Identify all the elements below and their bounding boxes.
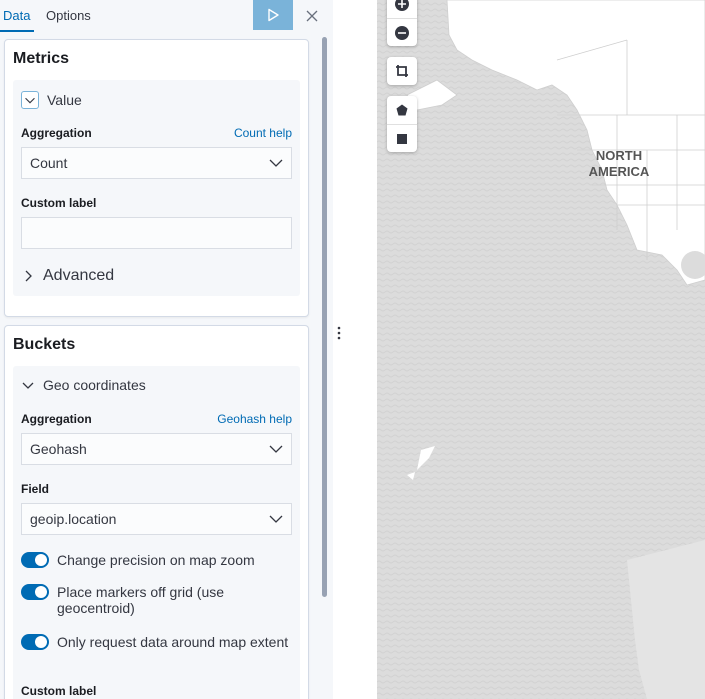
field-value: geoip.location: [30, 511, 117, 527]
zoom-out-button[interactable]: [387, 18, 417, 46]
fit-bounds-icon: [396, 65, 408, 77]
metric-aggregation-select[interactable]: Count: [21, 147, 292, 179]
switch-label: Place markers off grid (use geocentroid): [57, 584, 225, 616]
field-label: Field: [21, 482, 50, 496]
chevron-down-icon: [21, 91, 39, 109]
bucket-agg-item: Geo coordinates Aggregation Geohash help…: [13, 366, 300, 699]
draw-polygon-icon: [396, 104, 408, 116]
resize-handle[interactable]: [333, 325, 345, 341]
play-icon: [268, 8, 279, 22]
count-help-link[interactable]: Count help: [234, 126, 292, 140]
continent-label-line1: NORTH: [595, 148, 643, 163]
draw-rectangle-icon: [397, 133, 407, 144]
switch-label: Change precision on map zoom: [57, 552, 255, 568]
discard-changes-button[interactable]: [300, 6, 324, 26]
close-icon: [306, 10, 318, 22]
bucket-aggregation-select[interactable]: Geohash: [21, 433, 292, 465]
advanced-label: Advanced: [43, 267, 115, 284]
metric-custom-label-label: Custom label: [21, 196, 97, 210]
draw-rectangle-button[interactable]: [387, 124, 417, 152]
toggle-switch[interactable]: [21, 634, 49, 650]
buckets-panel: Buckets Geo coordinates Aggregation Geoh…: [4, 325, 309, 699]
sidebar-tabs: Data Options: [0, 0, 333, 32]
continent-label: NORTH AMERICA: [579, 148, 659, 180]
buckets-title: Buckets: [13, 336, 76, 353]
metrics-title: Metrics: [13, 50, 70, 67]
chevron-down-icon: [22, 382, 34, 389]
vertical-dots-icon: [337, 326, 341, 340]
metric-agg-toggle[interactable]: Value: [21, 90, 82, 110]
map-canvas[interactable]: NORTH AMERICA: [377, 0, 705, 699]
apply-changes-button[interactable]: [253, 0, 293, 30]
tab-data[interactable]: Data: [0, 0, 34, 32]
tab-options[interactable]: Options: [46, 0, 91, 32]
continent-label-line2: AMERICA: [588, 164, 650, 179]
map-land-and-water: [377, 0, 705, 699]
switch-label: Only request data around map extent: [57, 634, 289, 650]
sidebar-scrollbar[interactable]: [322, 37, 327, 597]
metrics-panel: Metrics Value Aggregation Count help Cou…: [4, 39, 309, 317]
draw-polygon-button[interactable]: [387, 96, 417, 124]
fit-bounds-control: [387, 57, 417, 85]
toggle-switch[interactable]: [21, 584, 49, 600]
switch-change-precision[interactable]: Change precision on map zoom: [21, 552, 292, 568]
switch-request-map-extent[interactable]: Only request data around map extent: [21, 634, 292, 650]
bucket-aggregation-label: Aggregation: [21, 412, 92, 426]
fit-bounds-button[interactable]: [387, 57, 417, 85]
bucket-custom-label-label: Custom label: [21, 684, 97, 698]
bucket-agg-toggle[interactable]: Geo coordinates: [21, 375, 146, 395]
toggle-switch[interactable]: [21, 552, 49, 568]
chevron-down-icon: [269, 515, 283, 523]
zoom-in-button[interactable]: [387, 0, 417, 18]
metric-agg-item: Value Aggregation Count help Count Custo…: [13, 80, 300, 296]
metric-aggregation-label: Aggregation: [21, 126, 92, 140]
metric-custom-label-input[interactable]: [21, 217, 292, 249]
zoom-in-icon: [395, 0, 409, 11]
editor-sidebar: Data Options Metrics Value Aggregation C…: [0, 0, 333, 699]
field-select[interactable]: geoip.location: [21, 503, 292, 535]
zoom-out-icon: [395, 25, 409, 40]
chevron-right-icon: [25, 270, 32, 282]
zoom-controls: [387, 0, 417, 46]
switch-place-markers-off-grid[interactable]: Place markers off grid (use geocentroid): [21, 584, 292, 616]
geohash-help-link[interactable]: Geohash help: [217, 412, 292, 426]
chevron-down-icon: [269, 445, 283, 453]
metric-aggregation-value: Count: [30, 155, 68, 171]
bucket-agg-name: Geo coordinates: [43, 377, 146, 393]
advanced-toggle[interactable]: Advanced: [21, 266, 114, 286]
chevron-down-icon: [269, 159, 283, 167]
draw-controls: [387, 96, 417, 152]
bucket-aggregation-value: Geohash: [30, 441, 87, 457]
metric-agg-name: Value: [47, 92, 82, 108]
